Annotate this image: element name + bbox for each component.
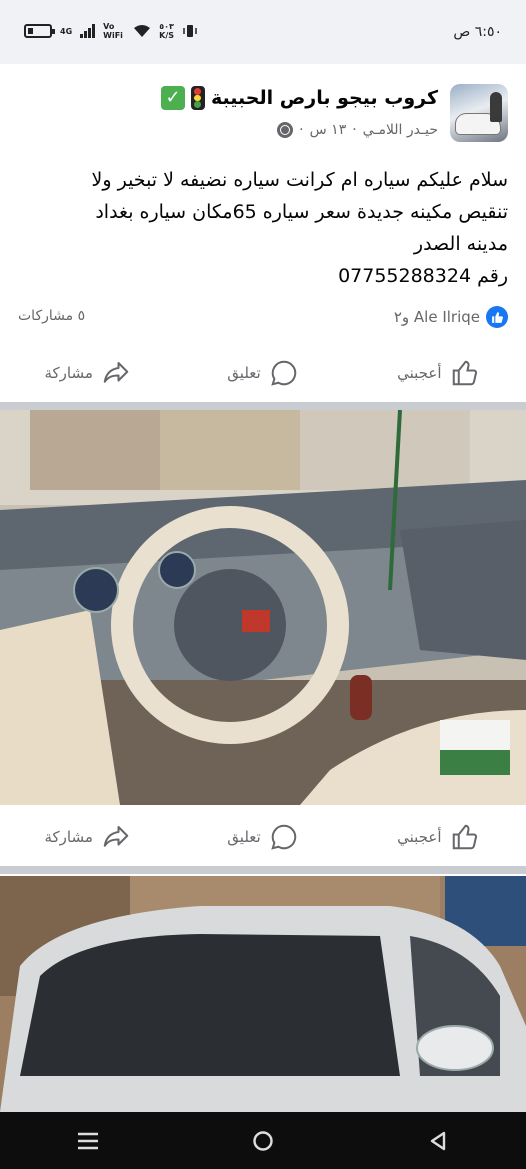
post-header: كروب بيجو بارص الحبيبة ✓ حيـدر اللامـي ·…: [0, 80, 526, 150]
reactions-count: Ale Ilriqe و٢: [393, 308, 480, 326]
post-text-line: رقم 07755288324: [338, 265, 508, 287]
menu-icon: [77, 1132, 98, 1149]
dot-separator: ·: [299, 122, 304, 138]
author-line: حيـدر اللامـي · ١٣ س ·: [277, 122, 438, 138]
comment-bubble-icon: [270, 360, 296, 386]
car-exterior-image: [0, 876, 526, 1112]
back-button[interactable]: [408, 1121, 468, 1161]
action-bar: أعجبني تعليق مشاركة: [0, 810, 526, 864]
shares-count[interactable]: ٥ مشاركات: [18, 308, 85, 324]
share-arrow-icon: [103, 826, 129, 847]
share-button[interactable]: مشاركة: [0, 346, 175, 400]
wifi-icon: [134, 25, 151, 37]
comment-bubble-icon: [270, 824, 296, 850]
recent-apps-button[interactable]: [58, 1121, 118, 1161]
post-text-line: تنقيص مكينه جديدة سعر سياره 65مكان سياره…: [95, 201, 508, 223]
thumbs-up-icon: [452, 824, 477, 850]
check-mark-icon: ✓: [160, 86, 185, 110]
status-icons: 4G Vo WiFi ٥٠٣ K/S: [24, 22, 198, 40]
status-bar: 4G Vo WiFi ٥٠٣ K/S ٦:٥٠ ص: [0, 0, 526, 64]
share-arrow-icon: [103, 362, 129, 383]
group-avatar[interactable]: [450, 84, 508, 142]
divider: [0, 402, 526, 410]
like-reaction-icon: [486, 306, 508, 328]
share-label: مشاركة: [44, 828, 93, 846]
share-button[interactable]: مشاركة: [0, 810, 175, 864]
comment-label: تعليق: [227, 828, 261, 846]
comment-button[interactable]: تعليق: [175, 346, 350, 400]
person-image: [490, 92, 502, 122]
thumbs-up-icon: [452, 360, 477, 386]
back-triangle-icon: [431, 1131, 446, 1150]
post-text-line: سلام عليكم سياره ام كرانت سياره نضيفه لا…: [91, 169, 508, 191]
battery-icon: [24, 24, 55, 38]
reactions-row: Ale Ilriqe و٢ ٥ مشاركات: [0, 304, 526, 332]
clock: ٦:٥٠ ص: [453, 24, 502, 40]
comment-label: تعليق: [227, 364, 261, 382]
group-name[interactable]: كروب بيجو بارص الحبيبة ✓: [160, 86, 438, 110]
volte-label: Vo WiFi: [103, 22, 123, 40]
post-photo-exterior[interactable]: [0, 876, 526, 1112]
author-name[interactable]: حيـدر اللامـي: [363, 122, 438, 138]
like-button[interactable]: أعجبني: [351, 810, 526, 864]
post-photo-interior[interactable]: [0, 410, 526, 805]
car-interior-image: [0, 410, 526, 805]
traffic-light-icon: [190, 86, 205, 110]
network-speed: ٥٠٣ K/S: [159, 22, 175, 40]
home-circle-icon: [253, 1130, 273, 1151]
action-bar: أعجبني تعليق مشاركة: [0, 346, 526, 400]
comment-button[interactable]: تعليق: [175, 810, 350, 864]
like-label: أعجبني: [397, 828, 442, 846]
like-label: أعجبني: [397, 364, 442, 382]
like-button[interactable]: أعجبني: [351, 346, 526, 400]
group-name-text: كروب بيجو بارص الحبيبة: [210, 87, 438, 109]
dot-separator: ·: [352, 122, 357, 138]
reactions-summary[interactable]: Ale Ilriqe و٢: [394, 306, 508, 328]
post-time[interactable]: ١٣ س: [310, 122, 347, 138]
share-label: مشاركة: [44, 364, 93, 382]
network-type: 4G: [60, 26, 73, 36]
home-button[interactable]: [233, 1121, 293, 1161]
post-text-line: مدينه الصدر: [413, 233, 508, 255]
post-text: سلام عليكم سياره ام كرانت سياره نضيفه لا…: [18, 164, 508, 292]
globe-icon: [277, 122, 294, 138]
signal-icon: [80, 24, 96, 38]
divider: [0, 866, 526, 874]
navigation-bar: [0, 1112, 526, 1169]
vibrate-icon: [183, 25, 197, 37]
